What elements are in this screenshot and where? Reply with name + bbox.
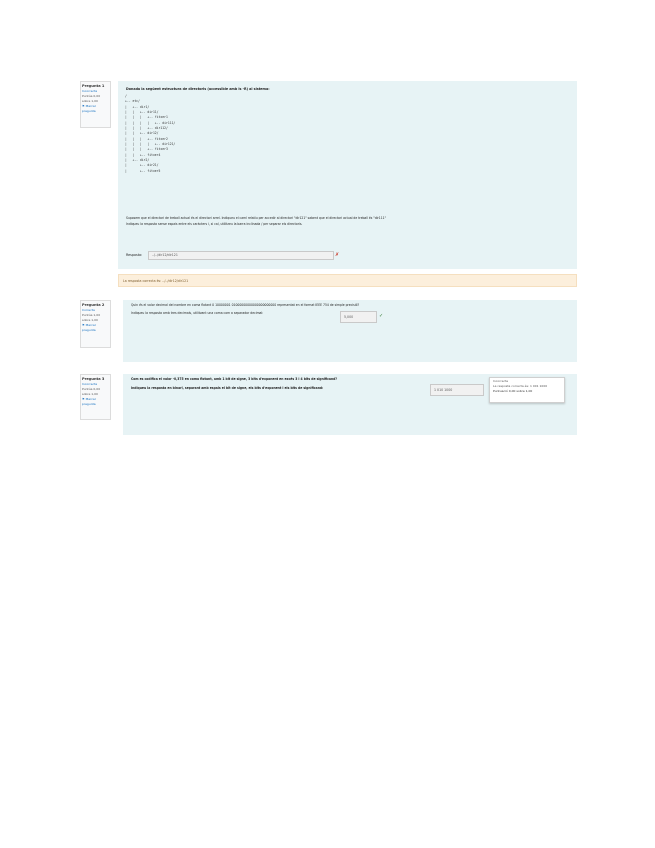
flag-icon: ⚑ (82, 104, 85, 108)
question-3-answer-input[interactable]: 1 010 1000 (430, 384, 484, 396)
question-1-content: Donada la següent estructura de director… (118, 81, 577, 269)
flag-icon: ⚑ (82, 323, 85, 327)
correct-icon: ✓ (379, 313, 384, 319)
question-1-answer-label: Resposta: (126, 253, 143, 257)
question-3-line-1: Com es codifica el valor -0,375 en coma … (131, 377, 338, 381)
question-1-feedback: La resposta correcta és: ../../dir12/dir… (118, 274, 577, 287)
question-3-content: Com es codifica el valor -0,375 en coma … (123, 374, 577, 435)
question-1-flag-button[interactable]: ⚑ Marcar pregunta (82, 104, 109, 114)
flag-icon: ⚑ (82, 397, 85, 401)
question-1-instruction-1: Suposem que el directori de treball actu… (126, 216, 386, 220)
tree-line: | +-- fitxer5 (125, 168, 161, 173)
popup-score: Puntuació 0,00 sobre 1,00 (493, 389, 533, 393)
question-3-line-2: Indiqueu la resposta en binari, separant… (131, 386, 324, 390)
question-2-flag-label: Marcar pregunta (82, 323, 96, 332)
question-1-info: Pregunta 1 Incorrecta Puntúa 0,00 sobre … (80, 81, 111, 128)
question-2-flag-button[interactable]: ⚑ Marcar pregunta (82, 323, 109, 333)
question-1-answer-input[interactable]: ../../dir12/dir121 (148, 251, 334, 260)
question-2-content: Quin és el valor decimal del nombre en c… (123, 300, 577, 362)
question-1-prompt: Donada la següent estructura de director… (126, 87, 270, 91)
question-3-feedback-popup: Incorrecte La resposta correcta és: 1 00… (489, 377, 565, 403)
question-3-flag-label: Marcar pregunta (82, 397, 96, 406)
question-3-info: Pregunta 3 Incorrecta Puntúa 0,00 sobre … (80, 374, 111, 420)
tree-line: | | | +-- fitxer1 (125, 115, 168, 120)
tree-line: | | | +-- fitxer3 (125, 147, 168, 152)
question-2-answer-input[interactable]: 5,000 (340, 311, 377, 323)
question-2-line-1: Quin és el valor decimal del nombre en c… (131, 303, 360, 307)
question-1-flag-label: Marcar pregunta (82, 104, 96, 113)
question-2-line-2: Indiqueu la resposta amb tres decimals, … (131, 311, 264, 315)
question-3-flag-button[interactable]: ⚑ Marcar pregunta (82, 397, 109, 407)
directory-tree: / +-- etc/| +-- dir1/| | +-- dir11/| | | … (125, 94, 175, 174)
question-1-instruction-2: Indiqueu la resposta sense espais entre … (126, 222, 303, 226)
incorrect-icon: ✗ (335, 252, 340, 258)
question-2-info: Pregunta 2 Correcta Puntúa 1,00 sobre 1,… (80, 300, 111, 348)
